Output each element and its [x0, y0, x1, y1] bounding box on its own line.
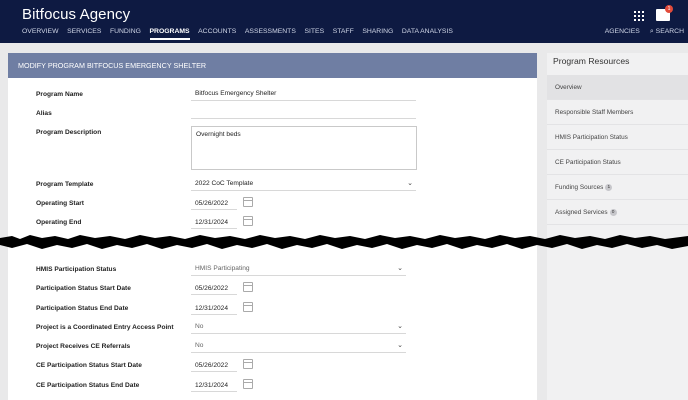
ce-access-point-select[interactable]: No ⌄ — [191, 323, 406, 334]
program-resources-sidebar: Program Resources Overview Responsible S… — [547, 53, 688, 400]
apps-grid-icon[interactable] — [634, 11, 644, 21]
ce-access-point-label: Project is a Coordinated Entry Access Po… — [36, 324, 174, 331]
ce-end-label: CE Participation Status End Date — [36, 382, 140, 389]
program-form-panel: MODIFY PROGRAM BITFOCUS EMERGENCY SHELTE… — [8, 53, 537, 400]
sidebar-title: Program Resources — [553, 56, 630, 66]
chevron-down-icon: ⌄ — [397, 265, 403, 272]
calendar-icon[interactable] — [243, 379, 253, 389]
nav-programs[interactable]: PROGRAMS — [149, 28, 190, 40]
ce-referrals-select[interactable]: No ⌄ — [191, 342, 406, 353]
nav-overview[interactable]: OVERVIEW — [22, 28, 59, 40]
program-template-select[interactable]: 2022 CoC Template ⌄ — [191, 180, 416, 191]
chevron-down-icon: ⌄ — [407, 180, 413, 187]
program-description-label: Program Description — [36, 129, 102, 136]
torn-edge-divider — [0, 235, 688, 249]
hmis-status-select[interactable]: HMIS Participating ⌄ — [191, 265, 406, 276]
count-badge: 0 — [609, 208, 617, 216]
ce-end-field[interactable]: 12/31/2024 — [195, 382, 228, 389]
sidebar-item-label: Overview — [555, 84, 582, 91]
search-icon: ⌕ — [649, 28, 654, 35]
nav-staff[interactable]: STAFF — [333, 28, 354, 40]
operating-start-label: Operating Start — [36, 200, 84, 207]
participation-start-field[interactable]: 05/26/2022 — [195, 285, 228, 292]
program-template-value: 2022 CoC Template — [195, 180, 254, 187]
mail-badge: 1 — [665, 5, 673, 13]
nav-data-analysis[interactable]: DATA ANALYSIS — [402, 28, 453, 40]
sidebar-item-hmis-status[interactable]: HMIS Participation Status — [547, 125, 688, 150]
calendar-icon[interactable] — [243, 282, 253, 292]
nav-sharing[interactable]: SHARING — [362, 28, 393, 40]
nav-search[interactable]: ⌕ SEARCH — [650, 28, 684, 36]
program-name-label: Program Name — [36, 91, 83, 98]
ce-access-point-value: No — [195, 323, 204, 330]
panel-title: MODIFY PROGRAM BITFOCUS EMERGENCY SHELTE… — [8, 53, 537, 78]
hmis-status-value: HMIS Participating — [195, 265, 250, 272]
hmis-status-label: HMIS Participation Status — [36, 266, 117, 273]
nav-services[interactable]: SERVICES — [67, 28, 101, 40]
chevron-down-icon: ⌄ — [397, 342, 403, 349]
sidebar-item-responsible-staff[interactable]: Responsible Staff Members — [547, 100, 688, 125]
calendar-icon[interactable] — [243, 216, 253, 226]
alias-field[interactable] — [191, 109, 416, 119]
calendar-icon[interactable] — [243, 197, 253, 207]
calendar-icon[interactable] — [243, 359, 253, 369]
sidebar-item-label: Responsible Staff Members — [555, 109, 634, 116]
participation-end-field[interactable]: 12/31/2024 — [195, 305, 228, 312]
participation-start-label: Participation Status Start Date — [36, 285, 131, 292]
operating-end-field[interactable]: 12/31/2024 — [195, 219, 228, 226]
sidebar-item-ce-status[interactable]: CE Participation Status — [547, 150, 688, 175]
program-description-field[interactable]: Overnight beds — [191, 126, 417, 170]
sidebar-item-label: Funding Sources — [555, 184, 604, 191]
sidebar-item-label: CE Participation Status — [555, 159, 621, 166]
nav-funding[interactable]: FUNDING — [110, 28, 141, 40]
sidebar-item-label: HMIS Participation Status — [555, 134, 628, 141]
agency-brand[interactable]: Bitfocus Agency — [22, 6, 130, 23]
sidebar-item-overview[interactable]: Overview — [547, 75, 688, 100]
main-nav: OVERVIEW SERVICES FUNDING PROGRAMS ACCOU… — [22, 28, 461, 40]
nav-sites[interactable]: SITES — [304, 28, 324, 40]
search-label: SEARCH — [655, 28, 684, 35]
count-badge: 1 — [605, 183, 613, 191]
ce-referrals-value: No — [195, 342, 204, 349]
nav-agencies[interactable]: AGENCIES — [605, 28, 640, 36]
program-template-label: Program Template — [36, 181, 94, 188]
participation-end-label: Participation Status End Date — [36, 305, 129, 312]
sidebar-item-assigned-services[interactable]: Assigned Services 0 — [547, 200, 688, 225]
sidebar-item-label: Assigned Services — [555, 209, 608, 216]
program-name-field[interactable]: Bitfocus Emergency Shelter — [191, 90, 416, 101]
top-bar: Bitfocus Agency OVERVIEW SERVICES FUNDIN… — [0, 0, 688, 43]
operating-start-field[interactable]: 05/26/2022 — [195, 200, 228, 207]
nav-right: AGENCIES ⌕ SEARCH — [595, 28, 684, 36]
alias-label: Alias — [36, 110, 52, 117]
ce-start-field[interactable]: 05/26/2022 — [195, 362, 228, 369]
nav-assessments[interactable]: ASSESSMENTS — [245, 28, 296, 40]
calendar-icon[interactable] — [243, 302, 253, 312]
nav-accounts[interactable]: ACCOUNTS — [198, 28, 236, 40]
sidebar-item-funding-sources[interactable]: Funding Sources 1 — [547, 175, 688, 200]
ce-referrals-label: Project Receives CE Referrals — [36, 343, 131, 350]
ce-start-label: CE Participation Status Start Date — [36, 362, 142, 369]
operating-end-label: Operating End — [36, 219, 82, 226]
chevron-down-icon: ⌄ — [397, 323, 403, 330]
